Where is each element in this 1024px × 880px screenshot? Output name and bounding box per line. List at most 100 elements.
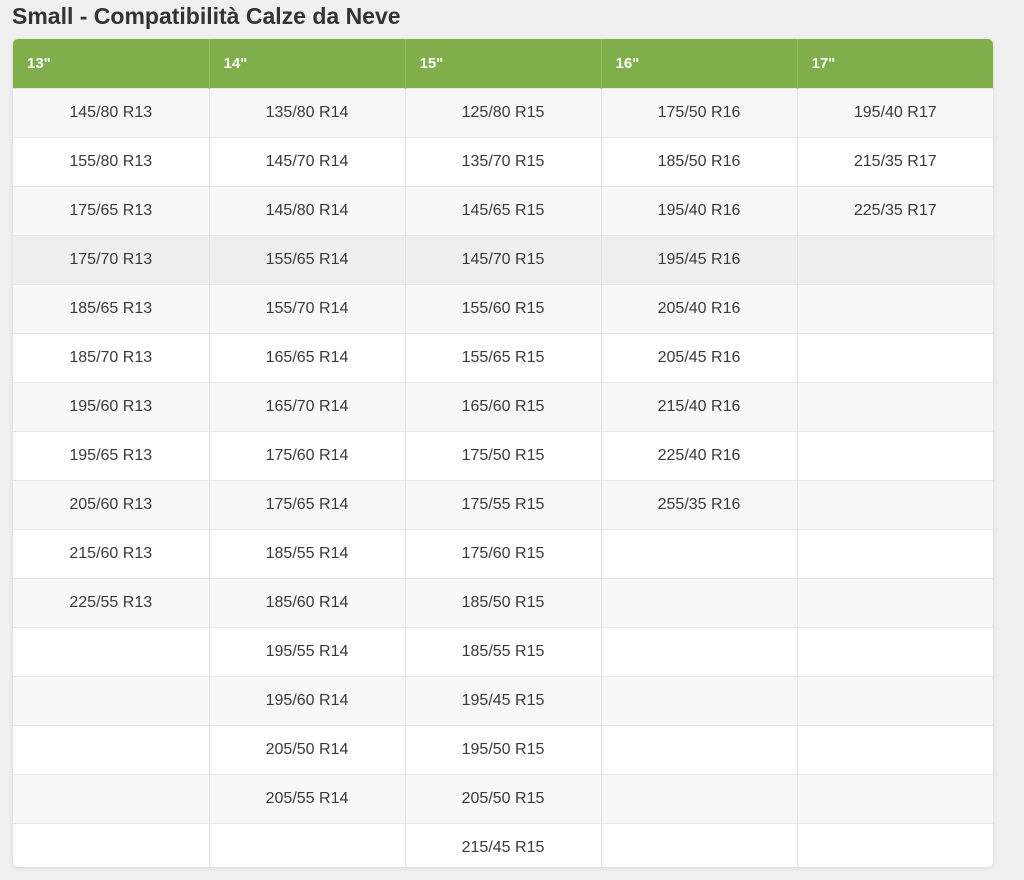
tire-size-cell-15: 195/45 R15 [405,675,602,725]
tire-size-cell-14: 155/65 R14 [209,234,406,284]
tire-size-cell-13: 175/70 R13 [13,234,210,284]
tire-size-cell-16: 185/50 R16 [601,136,798,186]
table-row: 185/70 R13 165/65 R14 155/65 R15 205/45 R16 [13,332,993,382]
tire-size-cell-15: 205/50 R15 [405,773,602,823]
tire-size-cell-14: 165/70 R14 [209,381,406,431]
page-title: Small - Compatibilità Calze da Neve [12,3,401,29]
table-row: 205/60 R13 175/65 R14 175/55 R15 255/35 R16 [13,479,993,529]
tire-size-cell-13: 225/55 R13 [13,577,210,627]
tire-size-cell-15: 175/50 R15 [405,430,602,480]
tire-size-cell-14: 175/60 R14 [209,430,406,480]
tire-size-cell-17 [797,283,993,333]
tire-size-cell-17 [797,234,993,284]
tire-size-cell-15: 215/45 R15 [405,822,602,867]
tire-size-cell-15: 175/55 R15 [405,479,602,529]
tire-size-cell-16: 255/35 R16 [601,479,798,529]
column-header-17[interactable]: 17" [797,39,993,88]
tire-size-cell-16 [601,528,798,578]
tire-size-cell-14: 165/65 R14 [209,332,406,382]
tire-size-cell-16: 205/40 R16 [601,283,798,333]
tire-size-cell-13: 185/65 R13 [13,283,210,333]
table-row: 205/55 R14 205/50 R15 [13,773,993,823]
tire-size-cell-17 [797,332,993,382]
table-row: 195/55 R14 185/55 R15 [13,626,993,676]
tire-size-cell-14: 195/60 R14 [209,675,406,725]
tire-size-cell-16: 175/50 R16 [601,87,798,137]
tire-size-cell-16 [601,626,798,676]
tire-size-cell-13 [13,626,210,676]
tire-size-cell-16 [601,724,798,774]
tire-size-cell-14: 155/70 R14 [209,283,406,333]
tire-size-cell-17 [797,577,993,627]
tire-size-cell-14: 185/60 R14 [209,577,406,627]
tire-size-cell-17 [797,528,993,578]
tire-size-cell-15: 125/80 R15 [405,87,602,137]
tire-size-cell-14 [209,822,406,867]
tire-size-cell-16 [601,577,798,627]
table-row: 145/80 R13 135/80 R14 125/80 R15 175/50 R16… [13,87,993,137]
table-row: 195/60 R13 165/70 R14 165/60 R15 215/40 R16 [13,381,993,431]
table-row: 195/60 R14 195/45 R15 [13,675,993,725]
compatibility-table-container: 13" 14" 15" 16" 17" 145/80 R13 135/80 R14… [13,39,993,867]
tire-size-cell-13: 185/70 R13 [13,332,210,382]
column-header-15[interactable]: 15" [405,39,602,88]
tire-size-cell-13: 195/60 R13 [13,381,210,431]
tire-size-cell-13: 145/80 R13 [13,87,210,137]
tire-size-cell-16 [601,675,798,725]
table-row: 155/80 R13 145/70 R14 135/70 R15 185/50 R16… [13,136,993,186]
header-row: 13" 14" 15" 16" 17" [13,39,993,88]
tire-size-cell-14: 145/80 R14 [209,185,406,235]
tire-size-cell-17: 195/40 R17 [797,87,993,137]
tire-size-cell-17 [797,675,993,725]
tire-size-cell-15: 155/60 R15 [405,283,602,333]
table-row: 175/70 R13 155/65 R14 145/70 R15 195/45 R16 [13,234,993,284]
tire-size-cell-15: 185/50 R15 [405,577,602,627]
column-header-16[interactable]: 16" [601,39,798,88]
tire-size-cell-15: 195/50 R15 [405,724,602,774]
table-row: 185/65 R13 155/70 R14 155/60 R15 205/40 R16 [13,283,993,333]
tire-size-cell-15: 145/70 R15 [405,234,602,284]
tire-size-cell-14: 185/55 R14 [209,528,406,578]
tire-size-cell-13 [13,724,210,774]
table-row: 195/65 R13 175/60 R14 175/50 R15 225/40 R16 [13,430,993,480]
table-row: 175/65 R13 145/80 R14 145/65 R15 195/40 R16… [13,185,993,235]
tire-size-cell-15: 185/55 R15 [405,626,602,676]
tire-size-cell-16: 215/40 R16 [601,381,798,431]
tire-size-cell-13 [13,822,210,867]
tire-size-cell-15: 145/65 R15 [405,185,602,235]
tire-size-cell-16: 195/40 R16 [601,185,798,235]
tire-size-cell-15: 165/60 R15 [405,381,602,431]
tire-size-cell-14: 205/55 R14 [209,773,406,823]
column-header-13[interactable]: 13" [13,39,210,88]
table-body: 145/80 R13 135/80 R14 125/80 R15 175/50 R16… [13,87,993,867]
tire-size-cell-14: 135/80 R14 [209,87,406,137]
table-row: 225/55 R13 185/60 R14 185/50 R15 [13,577,993,627]
tire-size-cell-15: 155/65 R15 [405,332,602,382]
compatibility-table: 13" 14" 15" 16" 17" 145/80 R13 135/80 R14… [13,39,993,867]
tire-size-cell-13: 205/60 R13 [13,479,210,529]
table-row: 215/60 R13 185/55 R14 175/60 R15 [13,528,993,578]
column-header-14[interactable]: 14" [209,39,406,88]
tire-size-cell-13 [13,773,210,823]
table-row: 215/45 R15 [13,822,993,867]
tire-size-cell-15: 135/70 R15 [405,136,602,186]
tire-size-cell-17 [797,822,993,867]
tire-size-cell-17 [797,381,993,431]
tire-size-cell-14: 195/55 R14 [209,626,406,676]
tire-size-cell-13: 195/65 R13 [13,430,210,480]
tire-size-cell-17 [797,479,993,529]
tire-size-cell-16: 225/40 R16 [601,430,798,480]
tire-size-cell-16 [601,822,798,867]
tire-size-cell-17: 215/35 R17 [797,136,993,186]
tire-size-cell-13: 175/65 R13 [13,185,210,235]
table-row: 205/50 R14 195/50 R15 [13,724,993,774]
table-header: 13" 14" 15" 16" 17" [13,39,993,88]
tire-size-cell-14: 205/50 R14 [209,724,406,774]
tire-size-cell-16: 205/45 R16 [601,332,798,382]
tire-size-cell-14: 175/65 R14 [209,479,406,529]
tire-size-cell-13: 155/80 R13 [13,136,210,186]
tire-size-cell-14: 145/70 R14 [209,136,406,186]
tire-size-cell-17 [797,626,993,676]
tire-size-cell-17 [797,724,993,774]
tire-size-cell-16: 195/45 R16 [601,234,798,284]
